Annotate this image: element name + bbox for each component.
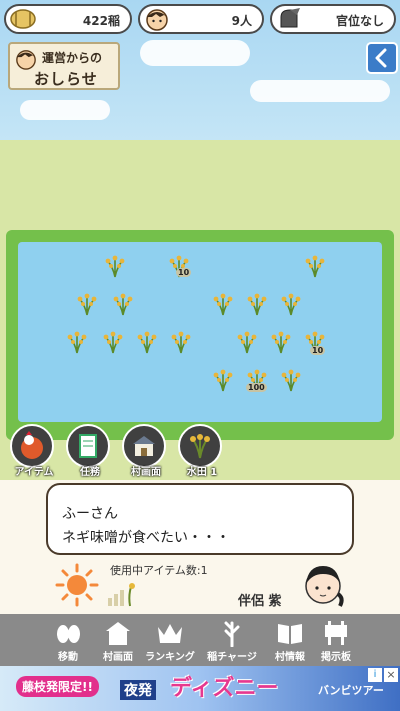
chevron-left-icon (375, 48, 387, 68)
nav-rice-charge-label: 稲チャージ (207, 652, 257, 663)
ad-close-icon[interactable]: × (384, 668, 398, 682)
mission-label: 任務 (80, 467, 100, 478)
villager-face-icon (146, 9, 168, 31)
rice-plant[interactable] (278, 290, 304, 316)
rice-plant[interactable] (110, 290, 136, 316)
nav-ranking-label: ランキング (145, 652, 195, 663)
cloud (140, 40, 250, 66)
rice-charge-icon (224, 621, 240, 647)
villager-face-icon (16, 50, 36, 70)
plant-badge: 10 (176, 268, 192, 277)
castle-icon (133, 436, 155, 456)
message-panel: ふーさん ネギ味噌が食べたい・・・ 使用中アイテム数:1 伴侶 紫 (0, 480, 400, 614)
nav-board[interactable]: 掲示板 (308, 614, 364, 666)
paddy-select-button[interactable]: 水田 1 (178, 424, 222, 478)
nav-move[interactable]: 移動 (40, 614, 96, 666)
rice-plant[interactable] (234, 328, 260, 354)
rice-unit: 稲 (107, 14, 120, 28)
rooster-icon (21, 431, 43, 459)
people-counter: 9人 (138, 4, 264, 34)
nav-board-label: 掲示板 (321, 652, 351, 663)
paddy-field[interactable]: 10 10 100 (6, 230, 394, 440)
rank-text: 官位なし (335, 14, 384, 28)
partner-avatar[interactable] (298, 562, 348, 608)
rice-plant[interactable] (64, 328, 90, 354)
rice-bale-icon (10, 9, 36, 29)
move-icon (57, 625, 80, 643)
board-icon (325, 621, 347, 645)
announcement-line1: 運営からの (42, 51, 103, 65)
nav-ranking[interactable]: ランキング (140, 614, 200, 666)
rice-plant-icon (190, 434, 210, 459)
crown-icon (158, 624, 182, 643)
ad-badge: 藤枝発限定!! (16, 676, 99, 697)
status-bar: 422稲 9人 官位なし (0, 0, 400, 40)
item-usage-count: 使用中アイテム数:1 (110, 564, 208, 577)
paddy-select-label: 水田 1 (186, 467, 218, 478)
ad-night: 夜発 (120, 680, 156, 700)
rice-plant[interactable] (302, 252, 328, 278)
village-view-button[interactable]: 村画面 (122, 424, 166, 478)
back-button[interactable] (366, 42, 398, 74)
nav-village-label: 村画面 (103, 652, 133, 663)
growth-bars-icon (108, 583, 135, 607)
rice-plant[interactable] (268, 328, 294, 354)
rice-plant[interactable] (100, 328, 126, 354)
rice-plant[interactable] (168, 328, 194, 354)
rice-counter: 422稲 (4, 4, 132, 34)
announcement-button[interactable]: 運営からの おしらせ (8, 42, 120, 90)
rank-display: 官位なし (270, 4, 396, 34)
nav-rice-charge[interactable]: 稲チャージ (200, 614, 264, 666)
rice-plant[interactable] (244, 290, 270, 316)
rice-plant[interactable] (102, 252, 128, 278)
cloud (20, 100, 110, 120)
book-icon (278, 624, 302, 644)
rice-plant[interactable] (134, 328, 160, 354)
village-icon (106, 622, 130, 645)
item-label: アイテム (14, 467, 54, 478)
rice-count: 422 (82, 14, 108, 28)
plant-badge: 10 (310, 346, 326, 355)
sun-icon (55, 563, 99, 607)
ad-banner[interactable]: 藤枝発限定!! 夜発 ディズニー バンビツアー i × (0, 666, 400, 711)
ad-brand: ディズニー (170, 676, 279, 701)
speaker-name: ふーさん (62, 506, 118, 522)
people-count: 9 (231, 14, 240, 28)
rice-plant[interactable] (210, 366, 236, 392)
ad-info-icon[interactable]: i (368, 668, 382, 682)
village-view-label: 村画面 (131, 467, 161, 478)
nav-move-label: 移動 (58, 652, 78, 663)
speech-bubble: ふーさん ネギ味噌が食べたい・・・ (46, 483, 354, 555)
cloud (250, 80, 390, 102)
speech-text: ネギ味噌が食べたい・・・ (62, 530, 230, 546)
official-hat-icon (280, 8, 300, 28)
bottom-navigation: 移動 村画面 ランキング 稲チャージ 村情報 掲示板 (0, 614, 400, 666)
rice-plant[interactable] (210, 290, 236, 316)
rice-plant[interactable] (278, 366, 304, 392)
rice-plant[interactable] (74, 290, 100, 316)
announcement-line2: おしらせ (34, 70, 98, 88)
ad-sub: バンビツアー (318, 684, 384, 697)
people-unit: 人 (239, 14, 252, 28)
clipboard-icon (79, 434, 97, 458)
partner-name: 伴侶 紫 (238, 594, 282, 609)
item-button[interactable]: アイテム (10, 424, 54, 478)
mission-button[interactable]: 任務 (66, 424, 110, 478)
plant-badge: 100 (246, 383, 267, 392)
nav-village[interactable]: 村画面 (90, 614, 146, 666)
